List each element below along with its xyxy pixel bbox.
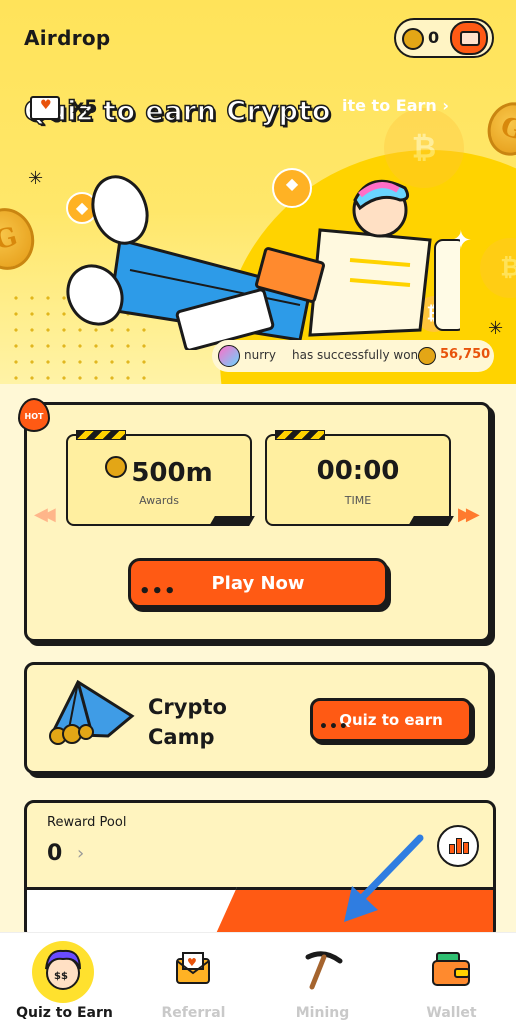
nav-quiz-to-earn[interactable]: $$ Quiz to Earn [0,933,129,1024]
chevron-right-icon[interactable]: › [77,843,84,864]
quiz-avatar-icon: $$ [32,941,94,1003]
winner-ticker: nurry has successfully won 56,750 [212,340,494,372]
wallet-button[interactable] [450,21,488,55]
nav-label: Quiz to Earn [16,1005,113,1021]
play-now-button[interactable]: Play Now ••• [128,558,388,608]
bar-chart-icon[interactable] [437,825,479,867]
nav-wallet[interactable]: Wallet [387,933,516,1024]
gold-coin-icon [480,95,516,163]
bottom-nav: $$ Quiz to Earn ♥ Referral Mining Wallet [0,932,516,1024]
nav-label: Mining [295,1005,350,1021]
panel-corner [408,516,454,526]
nav-label: Wallet [426,1005,477,1021]
reading-character-illustration [66,175,460,350]
previous-arrow-icon[interactable]: ◀◀ [34,504,56,525]
dots-decoration: ••• [139,581,177,602]
invite-to-earn-label[interactable]: ite to Earn › [342,96,449,115]
panel-corner [209,516,255,526]
annotation-arrow-icon [344,834,424,922]
time-value: 00:00 [316,456,400,486]
tent-illustration [49,679,135,745]
invite-multiplier: x5 [72,96,98,118]
next-arrow-icon[interactable]: ▶▶ [458,504,480,525]
hero-title: Quiz to earn Crypto [23,95,331,128]
coin-icon [418,347,436,365]
winner-username: nurry [244,348,276,362]
reward-pool-value[interactable]: 0 [47,841,62,866]
svg-text:♥: ♥ [187,956,197,969]
nav-label: Referral [161,1005,226,1021]
awards-label: Awards [139,494,179,507]
coin-icon [105,456,128,478]
balance-amount: 0 [428,28,440,47]
time-panel: 00:00 TIME [265,430,454,526]
awards-value: 500m [131,458,213,488]
hazard-stripe [76,430,126,440]
winner-message: has successfully won [292,348,419,362]
quiz-to-earn-button[interactable]: Quiz to earn ••• [310,698,472,742]
awards-panel: 500m Awards [66,430,255,526]
coin-icon [402,28,424,50]
nav-mining[interactable]: Mining [258,933,387,1024]
user-avatar [218,345,240,367]
referral-mail-icon: ♥ [171,947,215,991]
heart-mail-icon [30,96,60,120]
reward-pool-label: Reward Pool [47,815,127,830]
wallet-icon [429,947,473,991]
svg-text:$$: $$ [54,971,68,982]
time-label: TIME [344,494,372,507]
nav-referral[interactable]: ♥ Referral [129,933,258,1024]
sparkle-icon: ✳ [488,318,504,339]
balance-pill[interactable]: 0 [394,18,494,58]
crypto-camp-title: Crypto Camp [148,695,227,749]
hero-banner: ✳ ✳ ✦ Airdrop 0 Quiz to earn Crypto nurr… [0,0,516,384]
sparkle-icon: ✳ [28,168,44,189]
gold-coin-icon [0,201,42,277]
app-title: Airdrop [24,26,111,50]
dots-decoration: ••• [319,719,349,735]
winner-amount: 56,750 [440,347,491,362]
pickaxe-icon [300,947,344,991]
hot-badge: HOT [18,398,50,432]
wallet-icon [460,31,480,46]
hazard-stripe [275,430,325,440]
